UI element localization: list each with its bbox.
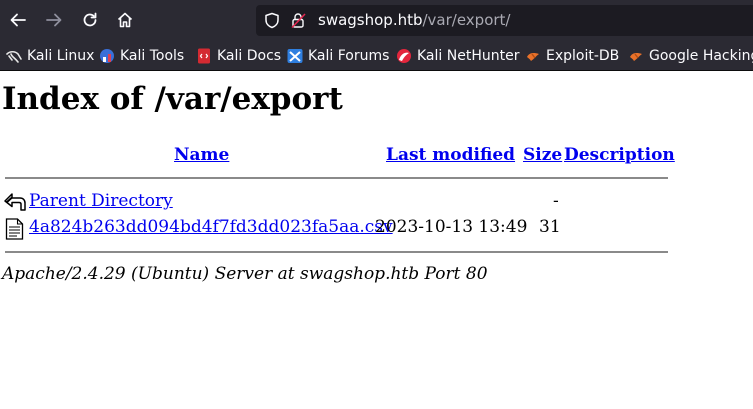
arrow-right-icon	[46, 13, 62, 27]
bookmark-label: Kali Linux	[27, 48, 95, 64]
table-row: Parent Directory	[29, 191, 173, 211]
url-path: /var/export/	[422, 11, 511, 29]
column-header-size[interactable]: Size	[523, 145, 562, 165]
column-header-last-modified[interactable]: Last modified	[386, 145, 515, 165]
home-button[interactable]	[111, 6, 139, 34]
exploit-db-icon	[527, 53, 539, 61]
bookmark-kali-nethunter[interactable]: Kali NetHunter	[396, 47, 519, 65]
kali-tools-icon	[100, 49, 114, 63]
bookmarks-bar: Kali Linux Kali Tools Kali Docs Kali For…	[0, 42, 753, 71]
insecure-lock-icon[interactable]	[290, 12, 307, 29]
parent-directory-icon	[4, 193, 26, 211]
bookmark-kali-forums[interactable]: Kali Forums	[287, 47, 389, 65]
row-size: 31	[539, 217, 561, 237]
reload-icon	[83, 12, 97, 27]
file-link[interactable]: 4a824b263dd094bd4f7fd3dd023fa5aa.csv	[29, 217, 393, 237]
bookmark-label: Kali Docs	[217, 48, 282, 64]
url-host: swagshop.htb	[318, 11, 423, 29]
shield-icon[interactable]	[264, 12, 280, 29]
row-size: -	[553, 191, 559, 211]
address-bar[interactable]: swagshop.htb/var/export/	[256, 5, 753, 36]
kali-forums-icon	[287, 49, 303, 63]
bookmark-google-hacking[interactable]: Google Hacking	[628, 47, 753, 65]
bookmark-label: Kali Tools	[120, 48, 185, 64]
table-row: 4a824b263dd094bd4f7fd3dd023fa5aa.csv	[29, 217, 393, 237]
back-button[interactable]	[4, 6, 32, 34]
page-content: Index of /var/export Name Last modified …	[0, 72, 753, 409]
column-header-description[interactable]: Description	[564, 145, 675, 165]
row-last-modified: 2023-10-13 13:49	[375, 217, 528, 237]
server-signature: Apache/2.4.29 (Ubuntu) Server at swagsho…	[2, 264, 488, 284]
bookmark-label: Kali Forums	[308, 48, 390, 64]
column-header-name[interactable]: Name	[174, 145, 229, 165]
footer-divider	[5, 251, 668, 253]
header-divider	[5, 177, 668, 179]
bookmark-label: Google Hacking	[649, 48, 753, 64]
bookmark-kali-linux[interactable]: Kali Linux	[6, 47, 94, 65]
bookmark-label: Kali NetHunter	[417, 48, 520, 64]
kali-nethunter-icon	[397, 49, 411, 63]
kali-dragon-icon	[6, 50, 22, 63]
kali-docs-icon	[198, 48, 210, 64]
bookmark-kali-tools[interactable]: Kali Tools	[99, 47, 184, 65]
url-text[interactable]: swagshop.htb/var/export/	[318, 11, 511, 29]
bookmark-kali-docs[interactable]: Kali Docs	[196, 47, 281, 65]
text-file-icon	[5, 218, 24, 240]
google-hacking-icon	[630, 53, 642, 61]
forward-button[interactable]	[40, 6, 68, 34]
page-title: Index of /var/export	[2, 81, 343, 117]
browser-toolbar: swagshop.htb/var/export/	[0, 0, 753, 42]
arrow-left-icon	[10, 13, 26, 27]
bookmark-label: Exploit-DB	[546, 48, 620, 64]
file-link[interactable]: Parent Directory	[29, 191, 173, 211]
reload-button[interactable]	[76, 6, 104, 34]
bookmark-exploit-db[interactable]: Exploit-DB	[525, 47, 619, 65]
home-icon	[117, 12, 133, 28]
